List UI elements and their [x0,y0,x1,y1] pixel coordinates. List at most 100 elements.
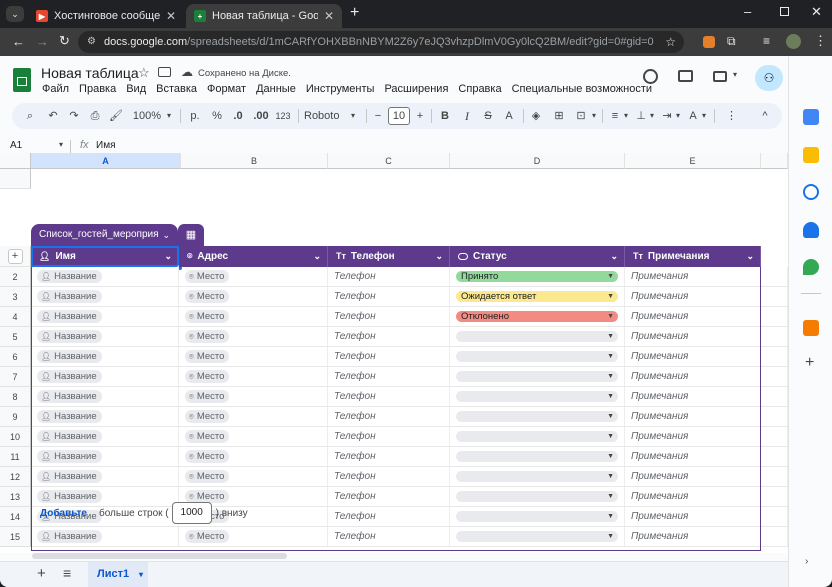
phone-cell[interactable]: Телефон [328,487,450,507]
status-cell[interactable]: Отклонено ▼ [450,307,625,327]
reload-icon[interactable]: ↻ [59,33,70,49]
increase-decimal-button[interactable]: .00 [251,103,271,129]
phone-cell[interactable]: Телефон [328,307,450,327]
name-cell[interactable]: 👤︎ Название [31,447,179,467]
column-header-e[interactable]: E [625,153,761,169]
address-cell[interactable]: ⌾Место [179,427,328,447]
empty-cell[interactable] [761,507,788,527]
empty-cell[interactable] [761,307,788,327]
notes-cell[interactable]: Примечания [625,387,761,407]
sheet-tab-active[interactable]: Лист1 ▾ [88,562,148,587]
status-dropdown[interactable]: Принято ▼ [456,270,618,282]
print-icon[interactable]: ⎙ [87,103,103,129]
header-phone[interactable]: Tт Телефон ⌄ [328,246,450,267]
currency-format-button[interactable]: р. [187,103,203,129]
status-dropdown[interactable]: ▼ [456,390,618,402]
sheet-tab-dropdown-icon[interactable]: ▾ [139,562,143,587]
address-cell[interactable]: ⌾Место [179,467,328,487]
rotation-dropdown-icon[interactable]: ▾ [700,103,708,129]
status-dropdown[interactable]: Отклонено ▼ [456,310,618,322]
column-header-d[interactable]: D [450,153,625,169]
tab-hosting[interactable]: ▶ Хостинговое сообщество «Tim ✕ [28,4,184,28]
name-box[interactable]: A1 [10,140,22,151]
row-header[interactable]: 3 [0,287,31,307]
status-cell[interactable]: ▼ [450,467,625,487]
column-menu-icon[interactable]: ⌄ [746,246,754,267]
address-cell[interactable]: ⌾Место [179,447,328,467]
column-menu-icon[interactable]: ⌄ [435,246,443,267]
status-dropdown[interactable]: ▼ [456,330,618,342]
add-rows-count-input[interactable]: 1000 [171,502,212,524]
empty-cell[interactable] [761,327,788,347]
menu-insert[interactable]: Вставка [156,83,197,95]
notes-cell[interactable]: Примечания [625,347,761,367]
notes-cell[interactable]: Примечания [625,527,761,547]
phone-cell[interactable]: Телефон [328,287,450,307]
empty-cell[interactable] [761,467,788,487]
name-cell[interactable]: 👤︎ Название [31,307,179,327]
name-cell[interactable]: 👤︎ Название [31,427,179,447]
row-header[interactable]: 15 [0,527,31,547]
row-header[interactable]: 4 [0,307,31,327]
text-color-button[interactable]: A [502,103,516,129]
text-rotation-icon[interactable]: A [686,103,700,129]
notes-cell[interactable]: Примечания [625,407,761,427]
empty-cell[interactable] [761,487,788,507]
add-sheet-button[interactable]: + [37,565,46,582]
bookmark-star-icon[interactable]: ☆ [665,31,676,53]
address-cell[interactable]: ⌾Место [179,327,328,347]
media-icon[interactable]: ≡ [763,34,770,48]
header-address[interactable]: ⌾ Адрес ⌄ [179,246,328,267]
collapse-menu-icon[interactable]: ^ [758,103,772,129]
empty-cell[interactable] [761,427,788,447]
name-cell[interactable]: 👤︎ Название [31,387,179,407]
notes-cell[interactable]: Примечания [625,487,761,507]
all-sheets-button[interactable]: ≡ [63,565,71,581]
phone-cell[interactable]: Телефон [328,327,450,347]
italic-button[interactable]: I [460,103,474,129]
row-header[interactable]: 2 [0,267,31,287]
name-cell[interactable]: 👤︎ Название [31,407,179,427]
doc-title[interactable]: Новая таблица [41,65,139,81]
status-dropdown[interactable]: Ожидается ответ ▼ [456,290,618,302]
address-cell[interactable]: ⌾Место [179,267,328,287]
notes-cell[interactable]: Примечания [625,287,761,307]
font-select[interactable]: Roboto [304,103,340,129]
phone-cell[interactable]: Телефон [328,527,450,547]
contacts-icon[interactable] [803,222,819,238]
select-all-corner[interactable] [0,153,31,169]
row-header-1[interactable]: + [0,246,31,267]
get-addons-icon[interactable]: + [805,354,814,372]
vertical-align-icon[interactable]: ⊥ [634,103,648,129]
column-header-a[interactable]: A [31,153,181,169]
font-dropdown-icon[interactable]: ▾ [348,103,358,129]
empty-cell[interactable] [761,387,788,407]
halign-dropdown-icon[interactable]: ▾ [622,103,630,129]
strikethrough-icon[interactable]: S [481,103,495,129]
column-menu-icon[interactable]: ⌄ [610,246,618,267]
row-header[interactable]: 8 [0,387,31,407]
tab-sheets[interactable]: + Новая таблица - Google Табли ✕ [186,4,342,28]
status-cell[interactable]: Принято ▼ [450,267,625,287]
row-header[interactable]: 11 [0,447,31,467]
status-cell[interactable]: ▼ [450,407,625,427]
phone-cell[interactable]: Телефон [328,267,450,287]
row-header[interactable]: 10 [0,427,31,447]
notes-cell[interactable]: Примечания [625,307,761,327]
add-column-icon[interactable]: + [7,249,23,264]
row-header[interactable]: 14 [0,507,31,527]
address-cell[interactable]: ⌾Место [179,287,328,307]
empty-cell[interactable] [761,367,788,387]
browser-menu-icon[interactable]: ⋮ [814,33,827,49]
back-icon[interactable]: ← [12,34,25,49]
address-cell[interactable]: ⌾Место [179,407,328,427]
zoom-dropdown-icon[interactable]: ▾ [164,103,174,129]
notes-cell[interactable]: Примечания [625,507,761,527]
empty-cell[interactable] [761,407,788,427]
name-cell[interactable]: 👤︎ Название [31,327,179,347]
merge-dropdown-icon[interactable]: ▾ [590,103,598,129]
status-dropdown[interactable]: ▼ [456,530,618,542]
status-cell[interactable]: ▼ [450,507,625,527]
address-cell[interactable]: ⌾Место [179,367,328,387]
fill-color-icon[interactable]: ◈ [528,103,544,129]
